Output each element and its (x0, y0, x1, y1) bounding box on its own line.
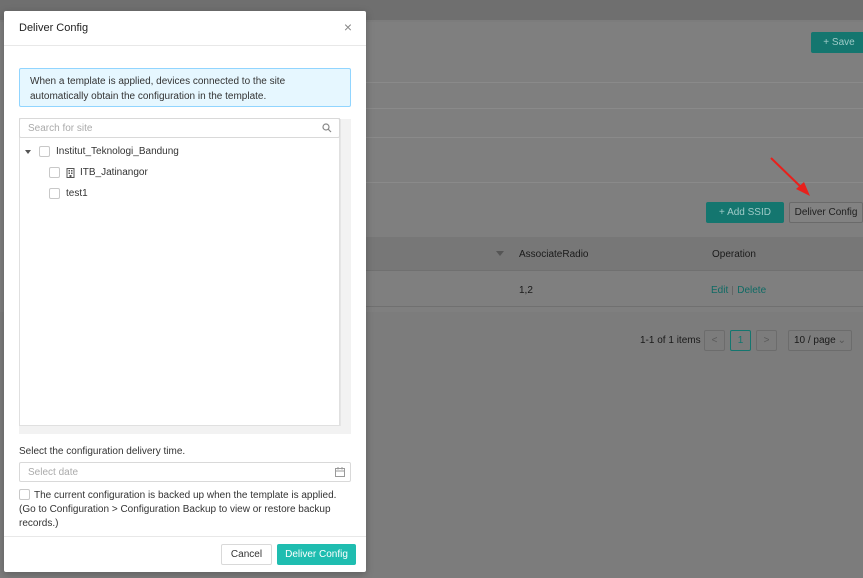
cancel-button[interactable]: Cancel (221, 544, 272, 565)
backup-option: The current configuration is backed up w… (19, 489, 354, 531)
column-header-associate-radio: AssociateRadio (519, 249, 589, 260)
test1-label[interactable]: test1 (66, 188, 88, 199)
search-icon[interactable] (322, 123, 332, 133)
root-site-label[interactable]: Institut_Teknologi_Bandung (56, 146, 179, 157)
divider (366, 108, 863, 109)
tree-node-root: Institut_Teknologi_Bandung (25, 146, 179, 157)
delivery-date-picker[interactable] (19, 462, 351, 482)
action-separator (732, 285, 734, 295)
divider (366, 82, 863, 83)
prev-page-button[interactable]: < (704, 330, 725, 351)
deliver-config-dialog: Deliver Config × When a template is appl… (4, 11, 366, 572)
tree-horizontal-scrollbar[interactable] (19, 426, 351, 434)
column-header-operation: Operation (712, 249, 756, 260)
chevron-down-icon: ⌄ (837, 335, 847, 346)
tree-scrollbar[interactable] (340, 119, 351, 434)
root-site-checkbox[interactable] (39, 146, 50, 157)
test1-checkbox[interactable] (49, 188, 60, 199)
backup-text: The current configuration is backed up w… (19, 490, 337, 529)
table-header (366, 237, 863, 271)
caret-down-icon[interactable] (25, 149, 31, 154)
backup-checkbox[interactable] (19, 489, 30, 500)
page-size-select[interactable]: 10 / page ⌄ (788, 330, 852, 351)
delivery-time-label: Select the configuration delivery time. (19, 446, 186, 457)
site-tree-container (19, 118, 340, 426)
page-size-value: 10 / page (793, 335, 836, 346)
add-ssid-button[interactable]: + Add SSID (706, 202, 784, 223)
row-divider (366, 306, 863, 307)
deliver-config-page-button[interactable]: Deliver Config (789, 202, 863, 223)
itb-jatinangor-checkbox[interactable] (49, 167, 60, 178)
next-page-button[interactable]: > (756, 330, 777, 351)
cell-associate-radio: 1,2 (519, 285, 533, 296)
pagination-summary: 1-1 of 1 items (640, 335, 701, 346)
row-actions: Edit Delete (711, 285, 766, 296)
deliver-config-button[interactable]: Deliver Config (277, 544, 356, 565)
delete-link[interactable]: Delete (737, 285, 766, 296)
calendar-icon[interactable] (335, 467, 345, 477)
info-alert: When a template is applied, devices conn… (19, 68, 351, 107)
building-icon (66, 167, 75, 178)
edit-link[interactable]: Edit (711, 285, 728, 296)
save-button[interactable]: + Save (811, 32, 863, 53)
dialog-title: Deliver Config (19, 22, 89, 34)
red-arrow-annotation (770, 157, 810, 196)
tree-node-child: ITB_Jatinangor (49, 167, 148, 178)
site-search-input[interactable] (19, 118, 340, 138)
close-icon[interactable]: × (342, 20, 354, 34)
filter-icon[interactable] (496, 251, 504, 256)
itb-jatinangor-label[interactable]: ITB_Jatinangor (80, 167, 148, 178)
page-1-button[interactable]: 1 (730, 330, 751, 351)
tree-node-child: test1 (49, 188, 88, 199)
